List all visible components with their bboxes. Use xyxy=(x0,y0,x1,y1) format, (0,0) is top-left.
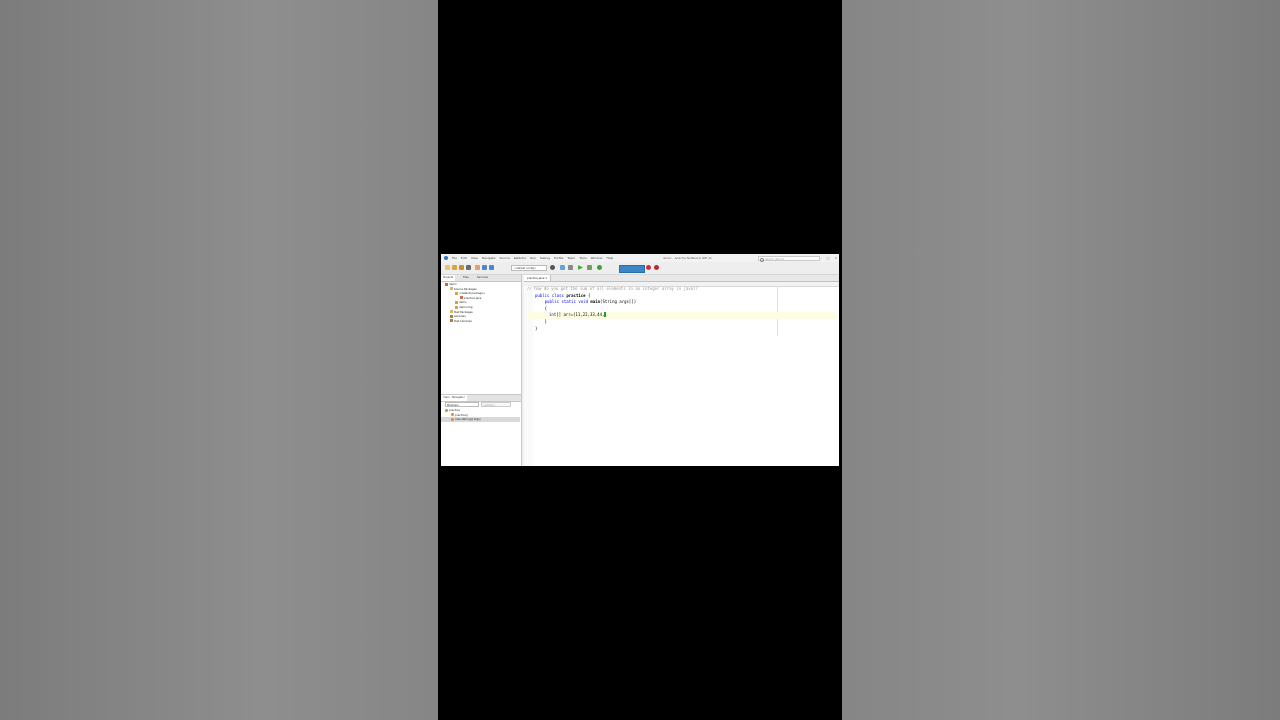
navigator-panel: main - Navigator Members <empty> practic… xyxy=(441,394,521,466)
menu-debug[interactable]: Debug xyxy=(540,256,550,260)
method-icon xyxy=(451,413,454,417)
code-line-2: public class practice { xyxy=(535,292,591,298)
text-caret xyxy=(604,312,606,318)
settings-icon[interactable] xyxy=(550,265,555,270)
code-line-5-current: int[] arr={11,22,33,44, xyxy=(527,312,837,319)
main-toolbar: <default config> xyxy=(441,262,839,275)
nav-item-main-method[interactable]: main(String[] args) xyxy=(441,417,520,422)
clean-build-icon[interactable] xyxy=(568,265,573,270)
window-controls: – □ × xyxy=(820,256,837,260)
code-line-7: } xyxy=(535,325,538,331)
navigator-filter: Members <empty> xyxy=(443,402,519,407)
menu-run[interactable]: Run xyxy=(530,256,536,260)
new-file-icon[interactable] xyxy=(445,265,450,270)
undo-icon[interactable] xyxy=(482,265,487,270)
code-editor: practice.java × // how do you get the su… xyxy=(524,275,839,466)
tab-practice-java[interactable]: practice.java × xyxy=(524,275,552,281)
folder-icon xyxy=(450,287,453,291)
profile-icon[interactable] xyxy=(597,265,602,270)
new-project-icon[interactable] xyxy=(452,265,457,270)
code-line-6: } xyxy=(535,319,548,324)
java-file-icon xyxy=(460,296,463,300)
cut-icon[interactable] xyxy=(475,265,480,270)
method-icon xyxy=(451,417,454,421)
menu-window[interactable]: Window xyxy=(591,256,603,260)
save-all-icon[interactable] xyxy=(466,265,471,270)
run-icon[interactable] xyxy=(578,265,583,270)
menu-edit[interactable]: Edit xyxy=(461,256,467,260)
package-icon xyxy=(455,291,458,295)
tab-services[interactable]: Services xyxy=(475,275,490,281)
search-icon xyxy=(760,257,764,262)
netbeans-logo-icon xyxy=(444,256,448,260)
blurred-background-left xyxy=(0,0,438,720)
folder-icon xyxy=(450,310,453,314)
memory-usage-bar[interactable] xyxy=(619,264,645,273)
tab-navigator[interactable]: main - Navigator xyxy=(441,395,467,401)
menu-navigate[interactable]: Navigate xyxy=(482,256,495,260)
project-icon xyxy=(445,282,448,286)
navigator-filter-input[interactable]: <empty> xyxy=(481,402,511,407)
menu-refactor[interactable]: Refactor xyxy=(514,256,527,260)
maximize-button[interactable]: □ xyxy=(827,256,830,260)
redo-icon[interactable] xyxy=(489,265,494,270)
class-icon xyxy=(445,408,448,412)
menu-profile[interactable]: Profile xyxy=(554,256,563,260)
open-project-icon[interactable] xyxy=(459,265,464,270)
profiler-icon[interactable] xyxy=(654,265,659,270)
package-icon xyxy=(455,305,458,309)
tab-files[interactable]: Files xyxy=(461,275,471,281)
window-title: demo - Apache NetBeans IDE 21 xyxy=(663,256,712,260)
menu-file[interactable]: File xyxy=(452,256,457,260)
debug-icon[interactable] xyxy=(587,265,592,270)
netbeans-window: File Edit View Navigate Source Refactor … xyxy=(441,254,839,466)
code-line-1: // how do you get the sum of all element… xyxy=(527,286,698,291)
projects-panel: Projects Files Services demo Source Pack… xyxy=(441,275,522,466)
package-icon xyxy=(455,300,458,304)
menu-help[interactable]: Help xyxy=(606,256,613,260)
close-tab-icon[interactable]: × xyxy=(545,276,547,280)
library-icon xyxy=(450,319,453,323)
code-line-4: { xyxy=(535,305,548,311)
minimize-button[interactable]: – xyxy=(820,256,822,260)
menu-bar: File Edit View Navigate Source Refactor … xyxy=(452,256,613,260)
config-select[interactable]: <default config> xyxy=(511,264,547,271)
build-icon[interactable] xyxy=(560,265,565,270)
menu-team[interactable]: Team xyxy=(567,256,575,260)
menu-view[interactable]: View xyxy=(471,256,478,260)
tree-item-test-libraries[interactable]: Test Libraries xyxy=(450,319,472,324)
code-line-3: public static void main(String args[]) xyxy=(535,299,637,305)
close-button[interactable]: × xyxy=(834,256,837,260)
gc-icon[interactable] xyxy=(646,265,651,270)
search-placeholder: Search (Ctrl+I) xyxy=(765,257,785,261)
search-input[interactable]: Search (Ctrl+I) xyxy=(758,255,820,262)
menu-tools[interactable]: Tools xyxy=(579,256,586,260)
tab-projects[interactable]: Projects xyxy=(441,275,456,281)
navigator-tabs: main - Navigator xyxy=(441,395,521,402)
projects-tabs: Projects Files Services xyxy=(441,275,521,282)
library-icon xyxy=(450,314,453,318)
blurred-background-right xyxy=(842,0,1280,720)
menu-source[interactable]: Source xyxy=(499,256,509,260)
members-select[interactable]: Members xyxy=(445,402,479,407)
